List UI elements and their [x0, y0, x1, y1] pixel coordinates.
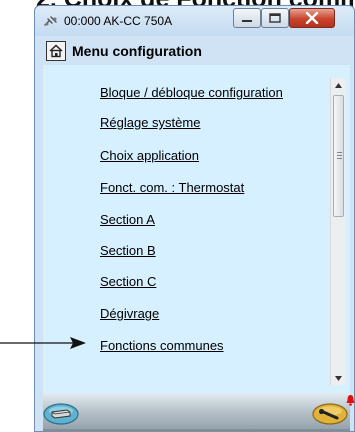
- menu-item-section-b[interactable]: Section B: [100, 243, 156, 258]
- home-button[interactable]: [46, 41, 66, 61]
- thumb-grip-line: [337, 152, 342, 153]
- maximize-icon: [269, 13, 281, 23]
- scroll-up-icon: [335, 82, 342, 88]
- app-header: Menu configuration: [43, 37, 350, 65]
- scroll-up-button[interactable]: [331, 78, 346, 92]
- menu-item-fonct-com-thermostat[interactable]: Fonct. com. : Thermostat: [100, 180, 244, 195]
- vertical-scrollbar[interactable]: [330, 78, 345, 385]
- title-bar[interactable]: 00:000 AK-CC 750A: [35, 6, 354, 36]
- minimize-button[interactable]: [233, 8, 261, 28]
- app-window: 00:000 AK-CC 750A Menu configuration Blo…: [34, 5, 355, 432]
- menu-item-choix-application[interactable]: Choix application: [100, 148, 199, 163]
- menu-item-section-c[interactable]: Section C: [100, 274, 156, 289]
- menu-list: Bloque / débloque configuration Réglage …: [43, 65, 350, 393]
- footer-toolbar: [43, 393, 350, 432]
- tool-icon[interactable]: [43, 403, 79, 425]
- maximize-button[interactable]: [261, 8, 289, 28]
- window-title: 00:000 AK-CC 750A: [64, 14, 173, 28]
- connection-icon: [44, 16, 57, 26]
- page-title: Menu configuration: [72, 43, 202, 59]
- minimize-icon: [242, 20, 252, 22]
- menu-item-degivrage[interactable]: Dégivrage: [100, 306, 159, 321]
- wrench-icon[interactable]: [312, 403, 348, 425]
- menu-item-fonctions-communes[interactable]: Fonctions communes: [100, 338, 224, 353]
- thumb-grip-line: [337, 158, 342, 159]
- home-icon: [49, 44, 63, 58]
- thumb-grip-line: [337, 155, 342, 156]
- pointer-arrow-icon: [0, 337, 86, 349]
- scroll-down-icon: [335, 375, 342, 381]
- menu-item-reglage-systeme[interactable]: Réglage système: [100, 115, 200, 130]
- close-button[interactable]: [289, 8, 335, 28]
- menu-item-bloque-configuration[interactable]: Bloque / débloque configuration: [100, 85, 283, 100]
- scroll-down-button[interactable]: [331, 371, 346, 385]
- menu-item-section-a[interactable]: Section A: [100, 212, 155, 227]
- close-icon: [305, 12, 319, 24]
- alarm-bell-icon[interactable]: [346, 394, 355, 406]
- scroll-thumb[interactable]: [333, 95, 344, 217]
